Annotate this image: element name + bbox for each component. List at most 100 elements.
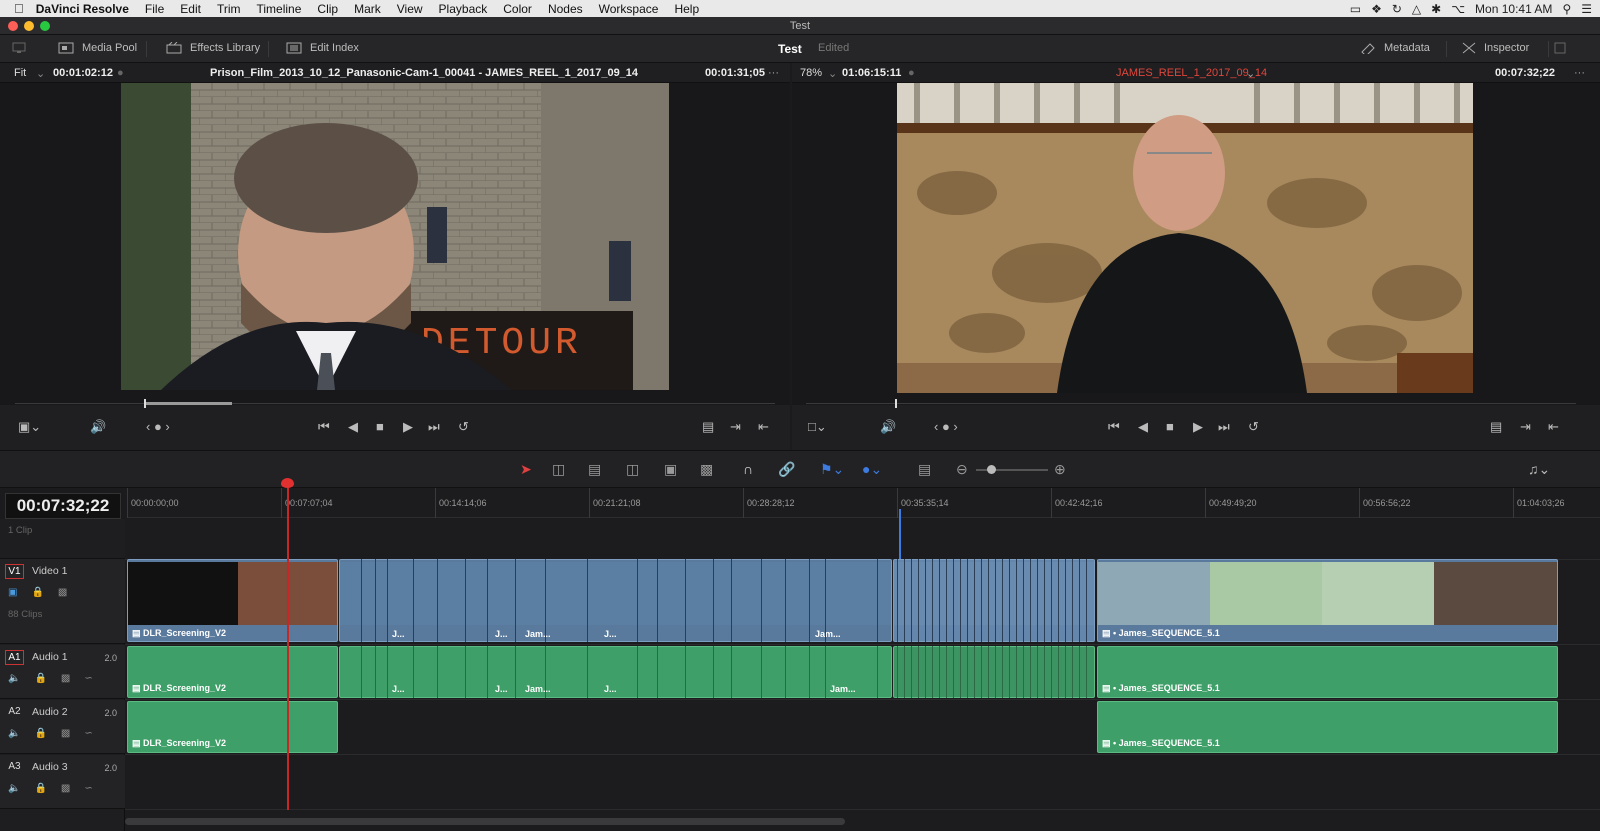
source-clip-name[interactable]: Prison_Film_2013_10_12_Panasonic-Cam-1_0… bbox=[210, 67, 638, 79]
menu-clip[interactable]: Clip bbox=[309, 2, 346, 16]
zoom-out-icon[interactable]: ⊖ bbox=[956, 461, 968, 478]
enable-track-icon[interactable]: ▩ bbox=[61, 783, 70, 794]
media-pool-button[interactable]: Media Pool bbox=[58, 42, 137, 54]
audio-mixer-icon[interactable]: ♫⌄ bbox=[1528, 461, 1550, 478]
jog-control-icon[interactable]: ‹ ● › bbox=[934, 419, 958, 434]
previous-edit-icon[interactable]: ⇤ bbox=[1548, 419, 1559, 435]
apple-menu-icon[interactable]:  bbox=[0, 1, 32, 16]
lock-icon[interactable]: 🔒 bbox=[34, 783, 46, 794]
match-frame-icon[interactable]: ▤ bbox=[702, 419, 714, 435]
play-icon[interactable]: ▶ bbox=[403, 419, 413, 435]
fullscreen-icon[interactable] bbox=[1554, 42, 1566, 54]
spotlight-icon[interactable]: ⚲ bbox=[1562, 2, 1571, 16]
menu-edit[interactable]: Edit bbox=[172, 2, 209, 16]
sync-icon[interactable]: ↻ bbox=[1392, 2, 1402, 16]
video-clip-dlr-screening[interactable]: ▤ DLR_Screening_V2 bbox=[127, 559, 338, 642]
menu-view[interactable]: View bbox=[389, 2, 431, 16]
zoom-slider-knob[interactable] bbox=[987, 465, 996, 474]
timeline-horizontal-scrollbar[interactable] bbox=[125, 818, 845, 825]
chevron-down-icon[interactable]: ⌄ bbox=[36, 67, 45, 80]
previous-edit-icon[interactable]: ⇤ bbox=[758, 419, 769, 435]
bluetooth-icon[interactable]: ✱ bbox=[1431, 2, 1441, 16]
speaker-icon[interactable]: 🔈 bbox=[8, 783, 20, 794]
enable-track-icon[interactable]: ▩ bbox=[58, 587, 67, 598]
track-header-a1[interactable]: A1 Audio 1 2.0 🔈 🔒 ▩ ∽ bbox=[0, 645, 125, 699]
timeline-scrubber-track[interactable] bbox=[806, 403, 1576, 404]
menu-workspace[interactable]: Workspace bbox=[591, 2, 667, 16]
waveform-icon[interactable]: ∽ bbox=[84, 673, 92, 684]
chevron-down-icon[interactable]: ⌄ bbox=[1246, 67, 1255, 80]
track-name-a3[interactable]: Audio 3 bbox=[32, 761, 68, 773]
timeline-timecode-display[interactable]: 00:07:32;22 bbox=[5, 493, 121, 519]
creative-cloud-icon[interactable]: ❖ bbox=[1371, 2, 1382, 16]
lock-icon[interactable]: 🔒 bbox=[31, 587, 43, 598]
reverse-play-icon[interactable]: ◀ bbox=[348, 419, 358, 435]
menu-color[interactable]: Color bbox=[495, 2, 540, 16]
jog-control-icon[interactable]: ‹ ● › bbox=[146, 419, 170, 434]
insert-clip-icon[interactable]: ◫ bbox=[626, 461, 639, 478]
video-clip-james-sequence[interactable]: ▤ • James_SEQUENCE_5.1 bbox=[1097, 559, 1558, 642]
track-header-a3[interactable]: A3 Audio 3 2.0 🔈 🔒 ▩ ∽ bbox=[0, 755, 125, 809]
effects-library-button[interactable]: Effects Library bbox=[166, 42, 260, 54]
track-tag-a2[interactable]: A2 bbox=[5, 705, 24, 720]
stop-icon[interactable]: ■ bbox=[376, 419, 384, 434]
timeline-playhead[interactable] bbox=[287, 480, 289, 810]
audio-clip-james-sequence-a1[interactable]: ▤ • James_SEQUENCE_5.1 bbox=[1097, 646, 1558, 698]
metadata-button[interactable]: Metadata bbox=[1360, 42, 1430, 54]
loop-icon[interactable]: ↺ bbox=[1248, 419, 1259, 435]
chevron-down-icon[interactable]: ⌄ bbox=[828, 67, 837, 80]
waveform-icon[interactable]: ∽ bbox=[84, 783, 92, 794]
next-edit-icon[interactable]: ⇥ bbox=[730, 419, 741, 435]
blade-tool-icon[interactable]: ▤ bbox=[588, 461, 601, 478]
audio-clip-james-sequence-a2[interactable]: ▤ • James_SEQUENCE_5.1 bbox=[1097, 701, 1558, 753]
go-to-start-icon[interactable]: ⏮ bbox=[1108, 419, 1120, 435]
menu-file[interactable]: File bbox=[137, 2, 172, 16]
display-icon[interactable]: ▭ bbox=[1350, 2, 1361, 16]
flag-icon[interactable]: ⚑⌄ bbox=[820, 461, 844, 478]
clock[interactable]: Mon 10:41 AM bbox=[1475, 2, 1552, 16]
waveform-icon[interactable]: ∽ bbox=[84, 728, 92, 739]
stop-icon[interactable]: ■ bbox=[1166, 419, 1174, 434]
airplay-icon[interactable]: △ bbox=[1412, 2, 1421, 16]
viewer-mode-icon[interactable]: □⌄ bbox=[808, 419, 827, 435]
overwrite-clip-icon[interactable]: ▣ bbox=[664, 461, 677, 478]
enable-track-icon[interactable]: ▩ bbox=[61, 728, 70, 739]
auto-track-select-icon[interactable]: ▣ bbox=[8, 587, 17, 598]
inspector-button[interactable]: Inspector bbox=[1462, 42, 1529, 54]
track-name-a1[interactable]: Audio 1 bbox=[32, 651, 68, 663]
more-options-icon[interactable]: ··· bbox=[768, 67, 779, 79]
track-header-a2[interactable]: A2 Audio 2 2.0 🔈 🔒 ▩ ∽ bbox=[0, 700, 125, 754]
audio-clip-dlr-screening-a2[interactable]: ▤ DLR_Screening_V2 bbox=[127, 701, 338, 753]
edit-index-button[interactable]: Edit Index bbox=[286, 42, 359, 54]
timeline-viewer[interactable] bbox=[792, 83, 1600, 405]
subtitle-track-header[interactable]: 1 Clip bbox=[0, 519, 125, 559]
wifi-icon[interactable]: ⌥ bbox=[1451, 2, 1465, 16]
timeline-view-options-icon[interactable]: ▤ bbox=[918, 461, 931, 478]
track-name-v1[interactable]: Video 1 bbox=[32, 565, 67, 577]
volume-icon[interactable]: 🔊 bbox=[90, 419, 106, 435]
workspace-toggle-icon[interactable] bbox=[12, 42, 26, 54]
timeline-tracks[interactable]: ▤ DLR_Screening_V2 J... J... Jam... J...… bbox=[125, 509, 1600, 831]
timeline-zoom-select[interactable]: 78% bbox=[800, 67, 822, 79]
timeline-name-select[interactable]: JAMES_REEL_1_2017_09_14 bbox=[1116, 67, 1267, 79]
snapping-icon[interactable]: ∩ bbox=[743, 461, 753, 477]
volume-icon[interactable]: 🔊 bbox=[880, 419, 896, 435]
menu-timeline[interactable]: Timeline bbox=[249, 2, 310, 16]
more-options-icon[interactable]: ··· bbox=[1574, 67, 1585, 79]
play-icon[interactable]: ▶ bbox=[1193, 419, 1203, 435]
source-playhead[interactable] bbox=[144, 399, 146, 408]
timeline-viewer-playhead[interactable] bbox=[895, 399, 897, 408]
go-to-start-icon[interactable]: ⏮ bbox=[318, 419, 330, 435]
marker-icon[interactable]: ●⌄ bbox=[862, 461, 882, 478]
next-edit-icon[interactable]: ⇥ bbox=[1520, 419, 1531, 435]
trim-tool-icon[interactable]: ◫ bbox=[552, 461, 565, 478]
menu-playback[interactable]: Playback bbox=[431, 2, 496, 16]
linked-selection-icon[interactable]: 🔗 bbox=[778, 461, 795, 478]
replace-clip-icon[interactable]: ▩ bbox=[700, 461, 713, 478]
viewer-mode-icon[interactable]: ▣⌄ bbox=[18, 419, 41, 435]
loop-icon[interactable]: ↺ bbox=[458, 419, 469, 435]
speaker-icon[interactable]: 🔈 bbox=[8, 728, 20, 739]
menu-nodes[interactable]: Nodes bbox=[540, 2, 591, 16]
go-to-end-icon[interactable]: ⏭ bbox=[1218, 419, 1230, 435]
app-menu[interactable]: DaVinci Resolve bbox=[32, 2, 137, 16]
